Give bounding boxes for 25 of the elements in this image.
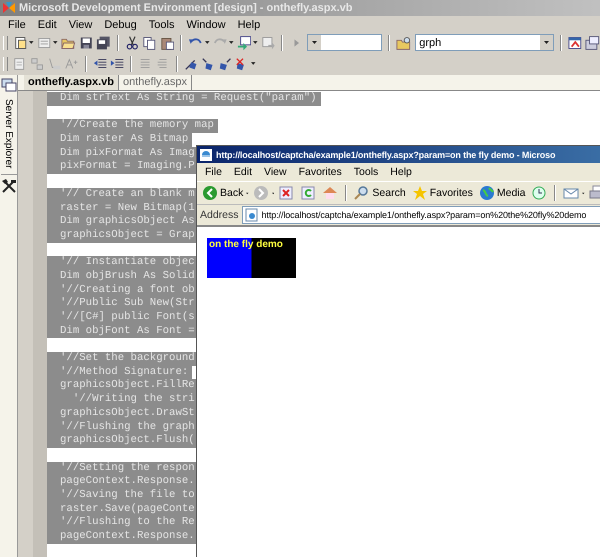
menu-item[interactable]: Edit bbox=[32, 18, 63, 30]
menu-item[interactable]: Edit bbox=[228, 166, 258, 178]
toolbar-button[interactable]: Media bbox=[476, 185, 528, 201]
menu-item[interactable]: View bbox=[258, 166, 293, 178]
menu-item[interactable]: Tools bbox=[348, 166, 384, 178]
menu-item[interactable]: File bbox=[199, 166, 228, 178]
menu-item[interactable]: View bbox=[62, 18, 98, 30]
toolbar-button[interactable]: Back bbox=[200, 185, 246, 201]
menu-item[interactable]: File bbox=[2, 18, 32, 30]
menu-item[interactable]: Window bbox=[180, 18, 232, 30]
side-panel-tab[interactable]: Server Explorer bbox=[3, 97, 14, 170]
address-field[interactable]: http://localhost/captcha/example1/onthefly.aspx?param=on%20the%20fly%20demo bbox=[242, 206, 600, 224]
menu-item[interactable]: Favorites bbox=[292, 166, 348, 178]
find-field[interactable]: grph bbox=[415, 34, 554, 51]
menu-item[interactable]: Tools bbox=[142, 18, 180, 30]
toolbar-button[interactable]: Favorites bbox=[410, 185, 475, 201]
menu-item[interactable]: Debug bbox=[98, 18, 143, 30]
window-title: Microsoft Development Environment [design] - onthefly.aspx.vb bbox=[19, 2, 353, 14]
browser-title: http://localhost/captcha/example1/onthefly.aspx?param=on the fly demo - Microso bbox=[216, 150, 556, 160]
menu-item[interactable]: Help bbox=[384, 166, 418, 178]
document-tab[interactable]: onthefly.aspx bbox=[118, 75, 192, 90]
menu-item[interactable]: Help bbox=[232, 18, 266, 30]
toolbar-button[interactable]: Search bbox=[352, 185, 408, 201]
document-tab[interactable]: onthefly.aspx.vb bbox=[24, 75, 119, 90]
address-label: Address bbox=[200, 209, 239, 221]
